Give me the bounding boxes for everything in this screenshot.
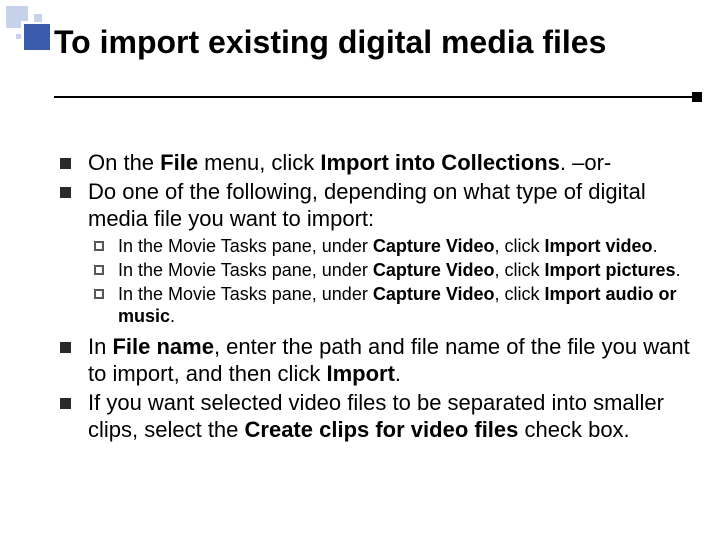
- text: .: [653, 236, 658, 256]
- text: check box.: [518, 417, 629, 442]
- text: In the Movie Tasks pane, under: [118, 236, 373, 256]
- slide-title: To import existing digital media files: [54, 24, 700, 61]
- text: On the: [88, 150, 160, 175]
- bold: Capture Video: [373, 236, 495, 256]
- bullet-2: Do one of the following, depending on wh…: [54, 179, 690, 328]
- text: menu, click: [198, 150, 320, 175]
- text: .: [395, 361, 401, 386]
- corner-decoration: [6, 6, 50, 50]
- bullet-4: If you want selected video files to be s…: [54, 390, 690, 444]
- bold: Import: [326, 361, 394, 386]
- sub-bullet-3: In the Movie Tasks pane, under Capture V…: [88, 284, 690, 328]
- bullet-3: In File name, enter the path and file na…: [54, 334, 690, 388]
- text: , click: [495, 284, 545, 304]
- text: , click: [495, 236, 545, 256]
- text: In: [88, 334, 112, 359]
- bold: File: [160, 150, 198, 175]
- sub-bullet-1: In the Movie Tasks pane, under Capture V…: [88, 236, 690, 258]
- text: In the Movie Tasks pane, under: [118, 260, 373, 280]
- bullet-1: On the File menu, click Import into Coll…: [54, 150, 690, 177]
- bold: Capture Video: [373, 260, 495, 280]
- text: Do one of the following, depending on wh…: [88, 179, 646, 231]
- bold: Import into Collections: [320, 150, 560, 175]
- bold: Capture Video: [373, 284, 495, 304]
- text: . –or‑: [560, 150, 611, 175]
- text: .: [170, 306, 175, 326]
- title-underline: [54, 96, 700, 98]
- slide-body: On the File menu, click Import into Coll…: [54, 150, 690, 446]
- text: In the Movie Tasks pane, under: [118, 284, 373, 304]
- text: .: [676, 260, 681, 280]
- bold: Create clips for video files: [245, 417, 519, 442]
- text: , click: [495, 260, 545, 280]
- bold: Import pictures: [545, 260, 676, 280]
- bold: Import video: [545, 236, 653, 256]
- bold: File name: [112, 334, 213, 359]
- sub-bullet-2: In the Movie Tasks pane, under Capture V…: [88, 260, 690, 282]
